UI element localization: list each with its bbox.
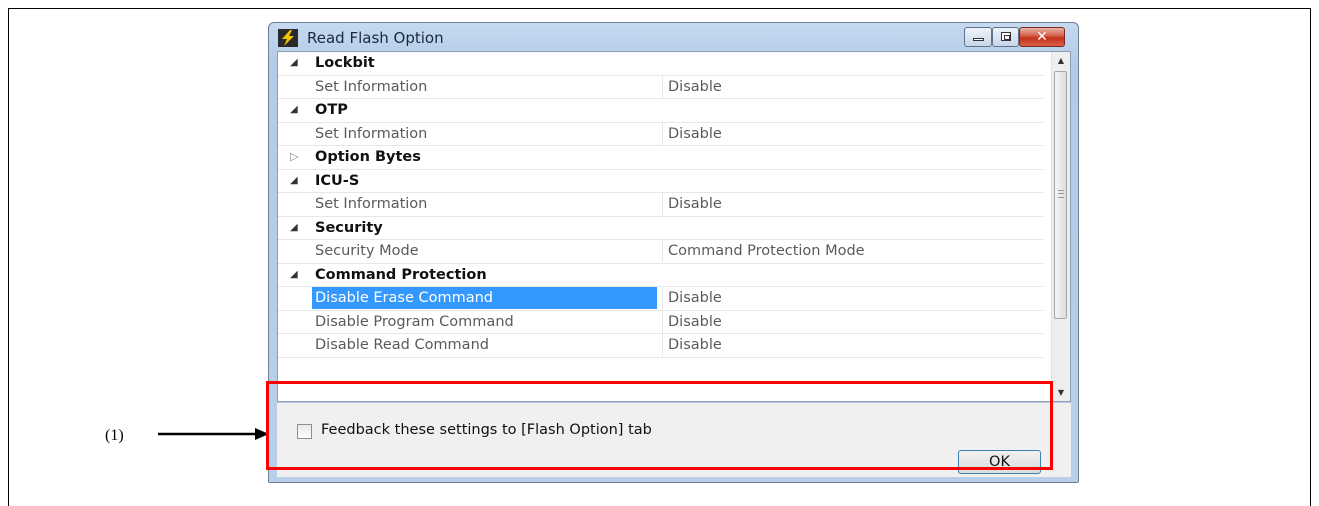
property-value[interactable]: Disable: [662, 334, 722, 356]
minimize-icon: [973, 38, 984, 41]
property-grid[interactable]: ◢ Lockbit Set Information Disable ◢ OTP Set In…: [277, 51, 1071, 402]
category-name: Lockbit: [315, 55, 375, 71]
minimize-button[interactable]: [964, 27, 992, 47]
category-row[interactable]: ▷ Option Bytes: [278, 146, 1044, 170]
collapse-arrow-icon[interactable]: ◢: [290, 99, 302, 121]
close-icon: ✕: [1036, 29, 1048, 45]
category-row[interactable]: ◢ Command Protection: [278, 264, 1044, 287]
property-row[interactable]: Disable Erase Command Disable: [278, 287, 1044, 311]
property-value[interactable]: Disable: [662, 193, 722, 215]
property-name: Set Information: [315, 125, 428, 142]
property-row[interactable]: Set Information Disable: [278, 122, 1044, 146]
maximize-button[interactable]: [992, 27, 1019, 47]
close-button[interactable]: ✕: [1019, 27, 1065, 47]
property-row[interactable]: Disable Read Command Disable: [278, 334, 1044, 358]
property-name: Disable Program Command: [315, 313, 514, 330]
category-row[interactable]: ◢ Security: [278, 217, 1044, 240]
expand-arrow-icon[interactable]: ▷: [290, 146, 302, 168]
category-row[interactable]: ◢ OTP: [278, 99, 1044, 123]
property-row[interactable]: Set Information Disable: [278, 193, 1044, 217]
property-name: Disable Erase Command: [312, 287, 657, 309]
scroll-thumb[interactable]: [1054, 71, 1067, 319]
property-value[interactable]: Disable: [662, 75, 722, 98]
scroll-down-arrow-icon[interactable]: ▼: [1052, 384, 1070, 401]
category-name: OTP: [315, 102, 348, 118]
property-value[interactable]: Disable: [662, 310, 722, 333]
collapse-arrow-icon[interactable]: ◢: [290, 217, 302, 239]
scroll-up-arrow-icon[interactable]: ▲: [1052, 52, 1070, 69]
category-row[interactable]: ◢ ICU-S: [278, 170, 1044, 193]
property-name: Disable Read Command: [315, 337, 489, 353]
title-bar[interactable]: Read Flash Option ✕: [269, 23, 1078, 51]
page-frame-right-border: [1310, 8, 1311, 506]
window-title: Read Flash Option: [307, 29, 444, 47]
property-value[interactable]: Disable: [662, 287, 722, 309]
property-name: Set Information: [315, 196, 428, 212]
category-name: Option Bytes: [315, 149, 421, 165]
annotation-arrow-icon: [158, 428, 269, 440]
page-frame-top-border: [8, 8, 1311, 9]
property-name: Set Information: [315, 78, 428, 95]
property-name: Security Mode: [315, 243, 419, 259]
property-row[interactable]: Set Information Disable: [278, 75, 1044, 99]
property-value[interactable]: Command Protection Mode: [662, 240, 865, 262]
collapse-arrow-icon[interactable]: ◢: [290, 170, 302, 192]
app-lightning-icon: [278, 29, 298, 47]
category-row[interactable]: ◢ Lockbit: [278, 52, 1044, 76]
collapse-arrow-icon[interactable]: ◢: [290, 264, 302, 286]
property-grid-rows: ◢ Lockbit Set Information Disable ◢ OTP Set In…: [278, 52, 1044, 358]
page-frame-left-border: [8, 8, 9, 506]
annotation-label: (1): [105, 427, 124, 444]
collapse-arrow-icon[interactable]: ◢: [290, 52, 302, 74]
vertical-scrollbar[interactable]: ▲ ▼: [1051, 52, 1070, 401]
category-name: Command Protection: [315, 266, 487, 283]
property-row[interactable]: Security Mode Command Protection Mode: [278, 240, 1044, 264]
property-value[interactable]: Disable: [662, 122, 722, 145]
scroll-grip-icon: [1058, 190, 1064, 198]
category-name: Security: [315, 219, 383, 236]
maximize-icon: [1001, 32, 1011, 41]
annotation-highlight-box: [266, 381, 1053, 470]
property-row[interactable]: Disable Program Command Disable: [278, 310, 1044, 334]
category-name: ICU-S: [315, 172, 360, 189]
